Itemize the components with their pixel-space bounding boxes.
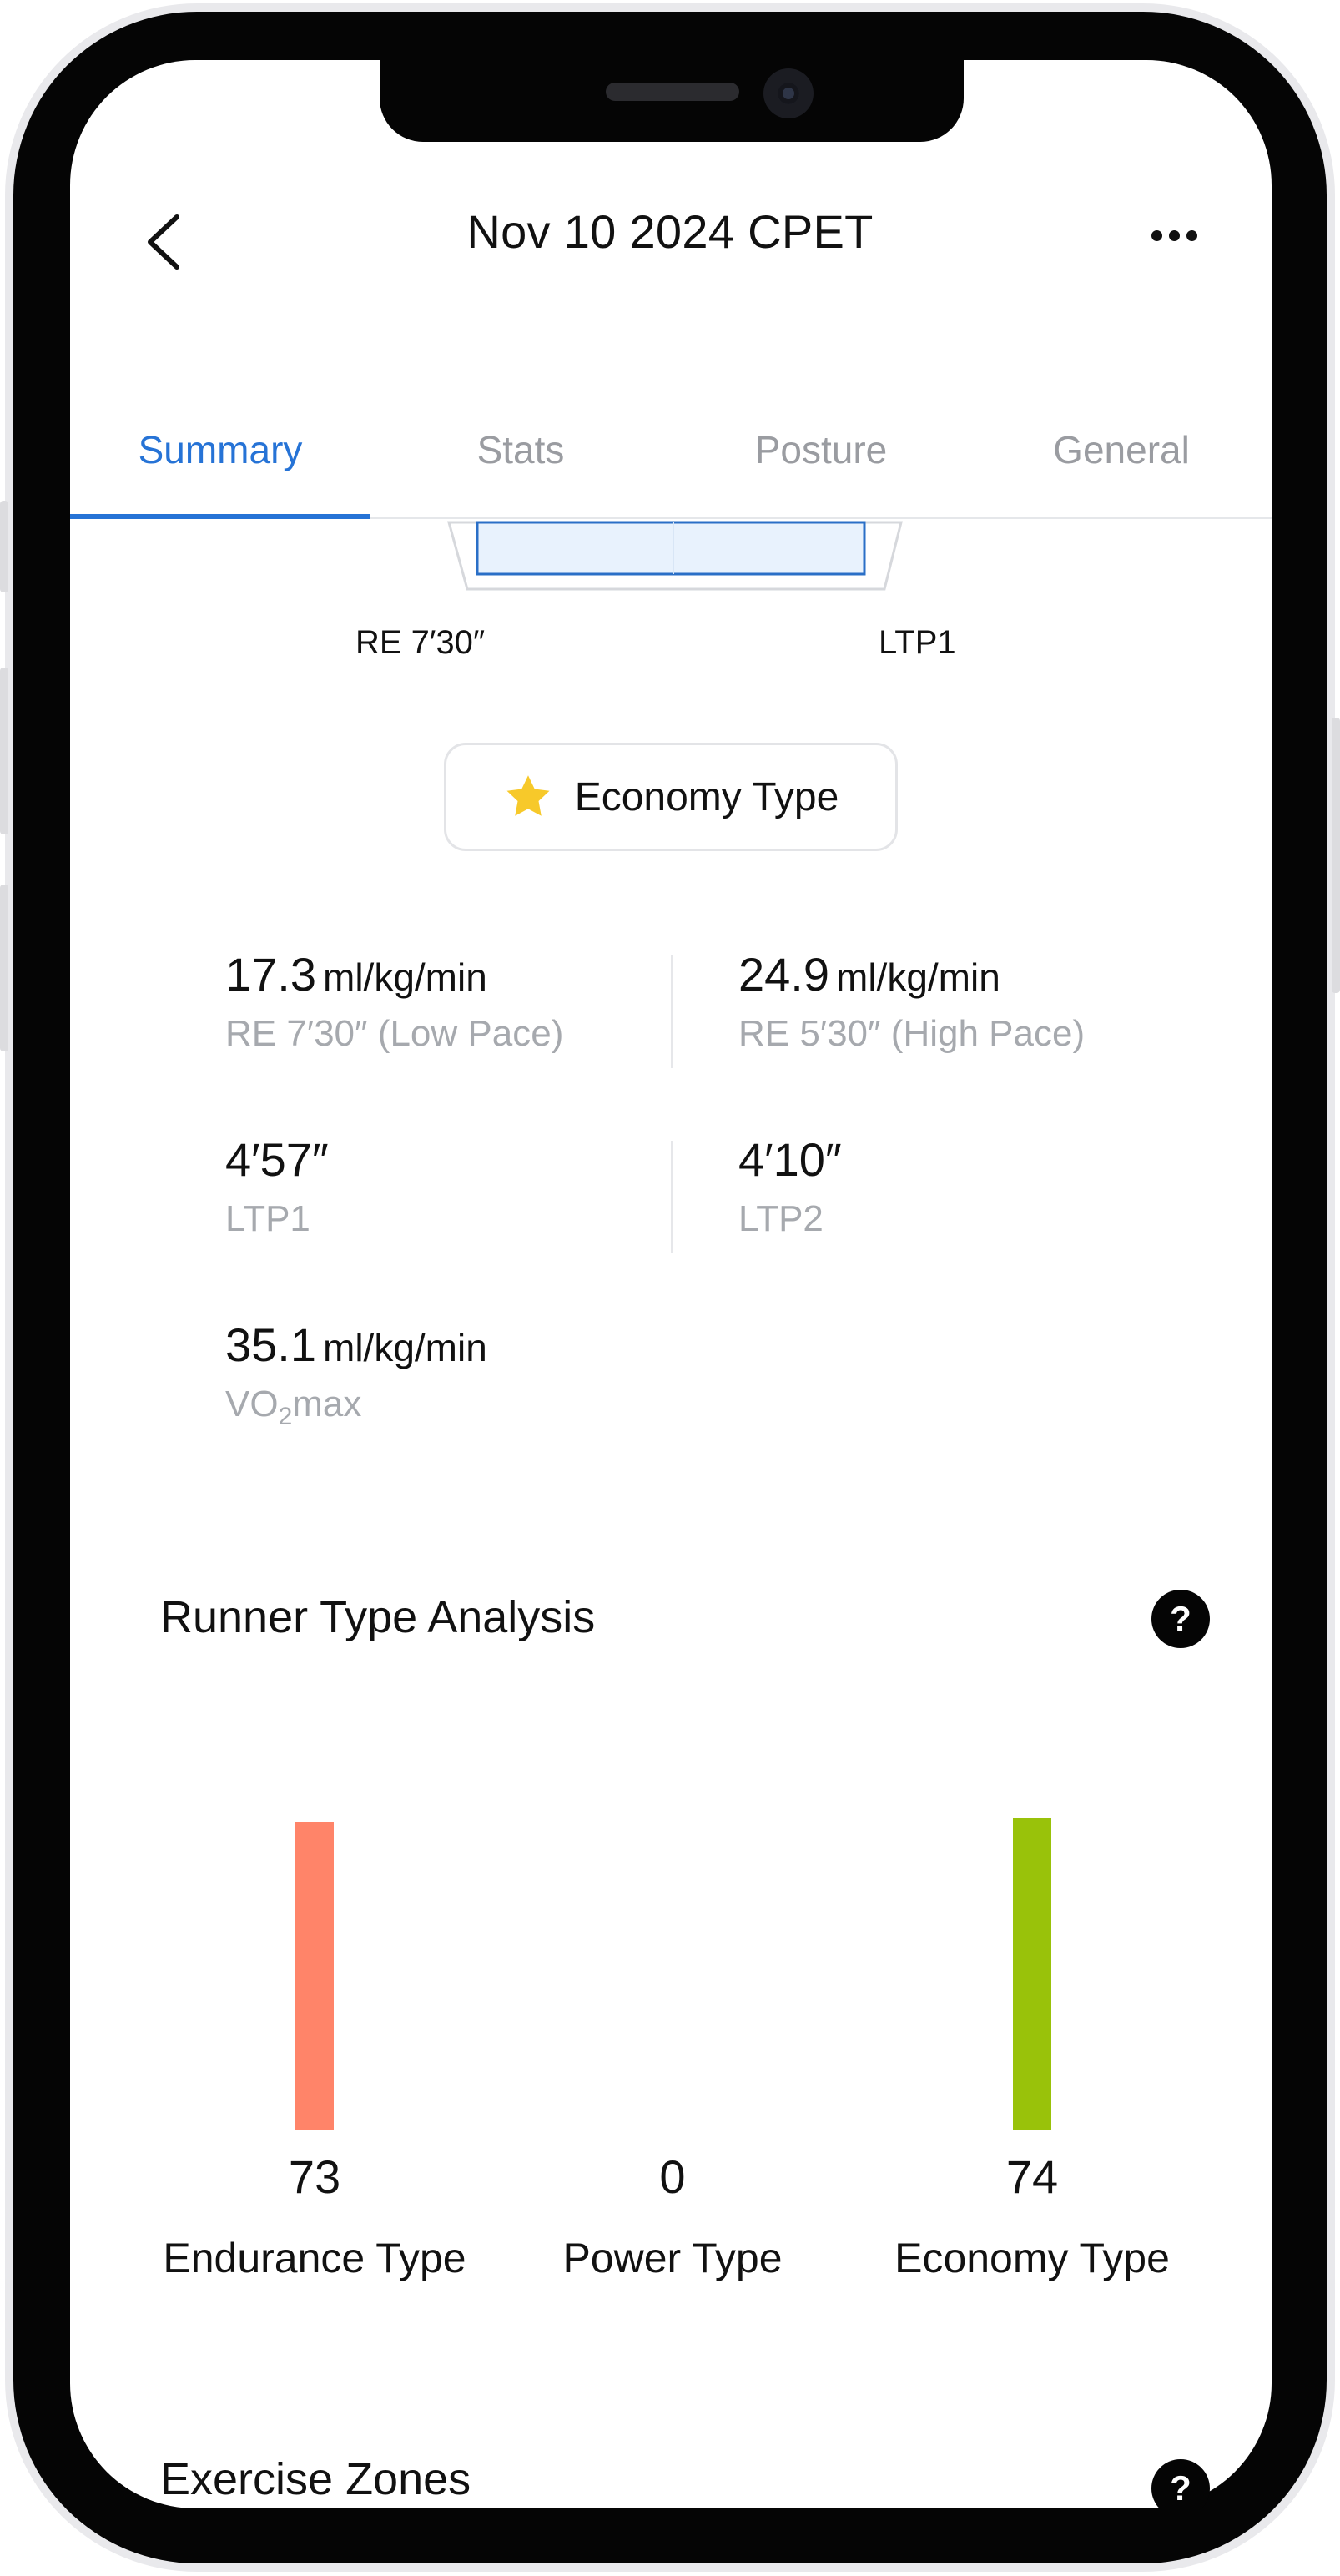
exercise-zones-header: Exercise Zones ?: [70, 2420, 1272, 2508]
bar-value-label: 73: [288, 2150, 341, 2203]
help-icon[interactable]: ?: [1151, 2459, 1210, 2508]
bar-value-label: 0: [659, 2150, 686, 2203]
section-title-exercise-zones: Exercise Zones: [160, 2454, 471, 2504]
bar-value-label: 74: [1005, 2150, 1059, 2203]
bar-category-label: Endurance Type: [163, 2235, 466, 2281]
bar-endurance-type: [295, 1822, 334, 2130]
runner-type-bar-chart: 73 Endurance Type 0 Power Type 74 Economy Typ…: [0, 0, 1340, 2337]
bar-economy-type: [1013, 1818, 1051, 2130]
bar-category-label: Economy Type: [894, 2235, 1170, 2281]
bar-category-label: Power Type: [562, 2235, 783, 2281]
